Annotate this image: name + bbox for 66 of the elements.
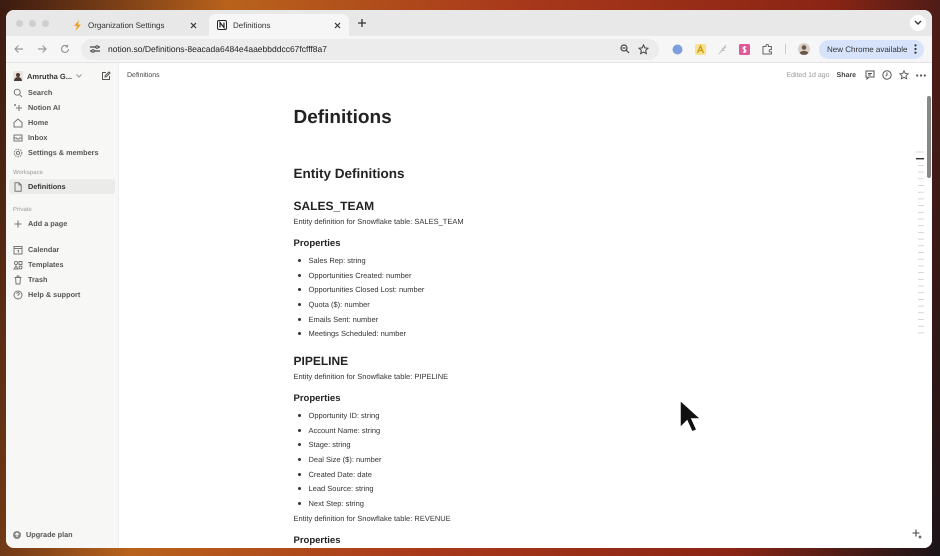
- user-avatar-icon[interactable]: [13, 71, 23, 81]
- subheading: Properties: [294, 534, 342, 548]
- bullet-dot: [298, 288, 300, 292]
- chevron-down-icon: [914, 20, 922, 26]
- star-icon[interactable]: [899, 70, 909, 80]
- close-icon[interactable]: [334, 22, 341, 28]
- bullet-dot: [298, 318, 300, 321]
- plus-icon: [13, 218, 23, 228]
- bullet-dot: [298, 502, 300, 506]
- dollar-extension-icon[interactable]: [739, 44, 750, 54]
- bullet-dot: [298, 274, 300, 277]
- heading: Entity Definitions: [294, 165, 406, 183]
- tab-list-button[interactable]: [910, 15, 926, 31]
- upgrade-icon: [13, 530, 21, 538]
- chevron-down-icon[interactable]: [76, 74, 82, 78]
- bullet-dot: [298, 458, 300, 462]
- mouse-pointer-icon: [679, 399, 701, 433]
- gear-icon: [13, 148, 23, 158]
- tab-title: Organization Settings: [88, 20, 164, 30]
- shapes-icon: [13, 260, 23, 270]
- subheading: Properties: [294, 237, 342, 251]
- browser-tab[interactable]: Definitions: [209, 14, 349, 36]
- home-icon: [13, 118, 23, 128]
- tab-title: Definitions: [233, 20, 270, 30]
- reload-icon[interactable]: [60, 44, 70, 54]
- subheading: Properties: [294, 392, 342, 406]
- help-icon: [13, 290, 23, 300]
- bullet-dot: [298, 332, 300, 336]
- site-settings-icon[interactable]: [90, 45, 100, 53]
- update-chrome-button[interactable]: New Chrome available: [819, 40, 924, 58]
- search-icon: [13, 88, 23, 98]
- letter-n-icon: [217, 20, 227, 30]
- bullet-dot: [298, 472, 300, 476]
- bullet-dot: [298, 443, 300, 446]
- close-icon[interactable]: [190, 22, 197, 28]
- address-bar[interactable]: notion.so/Definitions-8eacada6484e4aaebbddcc67fcfff8a7: [81, 38, 659, 60]
- heading: SALES_TEAM: [294, 198, 376, 214]
- more-icon[interactable]: [916, 74, 926, 76]
- bullet-dot: [298, 302, 300, 306]
- heading: PIPELINE: [294, 353, 350, 370]
- puzzle-icon[interactable]: [762, 44, 773, 54]
- star-icon[interactable]: [638, 44, 649, 54]
- lightning-icon: [73, 20, 82, 30]
- inbox-icon: [13, 132, 23, 142]
- page-title: Definitions: [294, 106, 393, 130]
- url-text: notion.so/Definitions-8eacada6484e4aaebbddcc67fcfff8a7: [108, 44, 327, 54]
- scrollbar-thumb[interactable]: [927, 96, 931, 178]
- bullet-dot: [298, 414, 300, 417]
- trash-icon: [13, 274, 23, 284]
- profile-avatar-icon[interactable]: [798, 43, 810, 55]
- sparkle-icon: [13, 102, 23, 112]
- clock-icon[interactable]: [882, 70, 892, 80]
- calendar-icon: [13, 244, 23, 254]
- sparkle-icon[interactable]: [912, 529, 922, 539]
- back-icon[interactable]: [14, 44, 24, 54]
- new-tab-button[interactable]: [357, 18, 367, 28]
- zoom-icon[interactable]: [620, 44, 630, 54]
- kebab-icon[interactable]: [914, 44, 918, 54]
- bullet-dot: [298, 428, 300, 432]
- compose-icon[interactable]: [101, 71, 111, 81]
- page-icon: [13, 182, 23, 192]
- bullet-dot: [298, 258, 300, 262]
- bullet-dot: [298, 487, 300, 490]
- browser-tab[interactable]: Organization Settings: [65, 14, 205, 36]
- forward-icon[interactable]: [37, 44, 47, 54]
- comment-icon[interactable]: [865, 70, 875, 80]
